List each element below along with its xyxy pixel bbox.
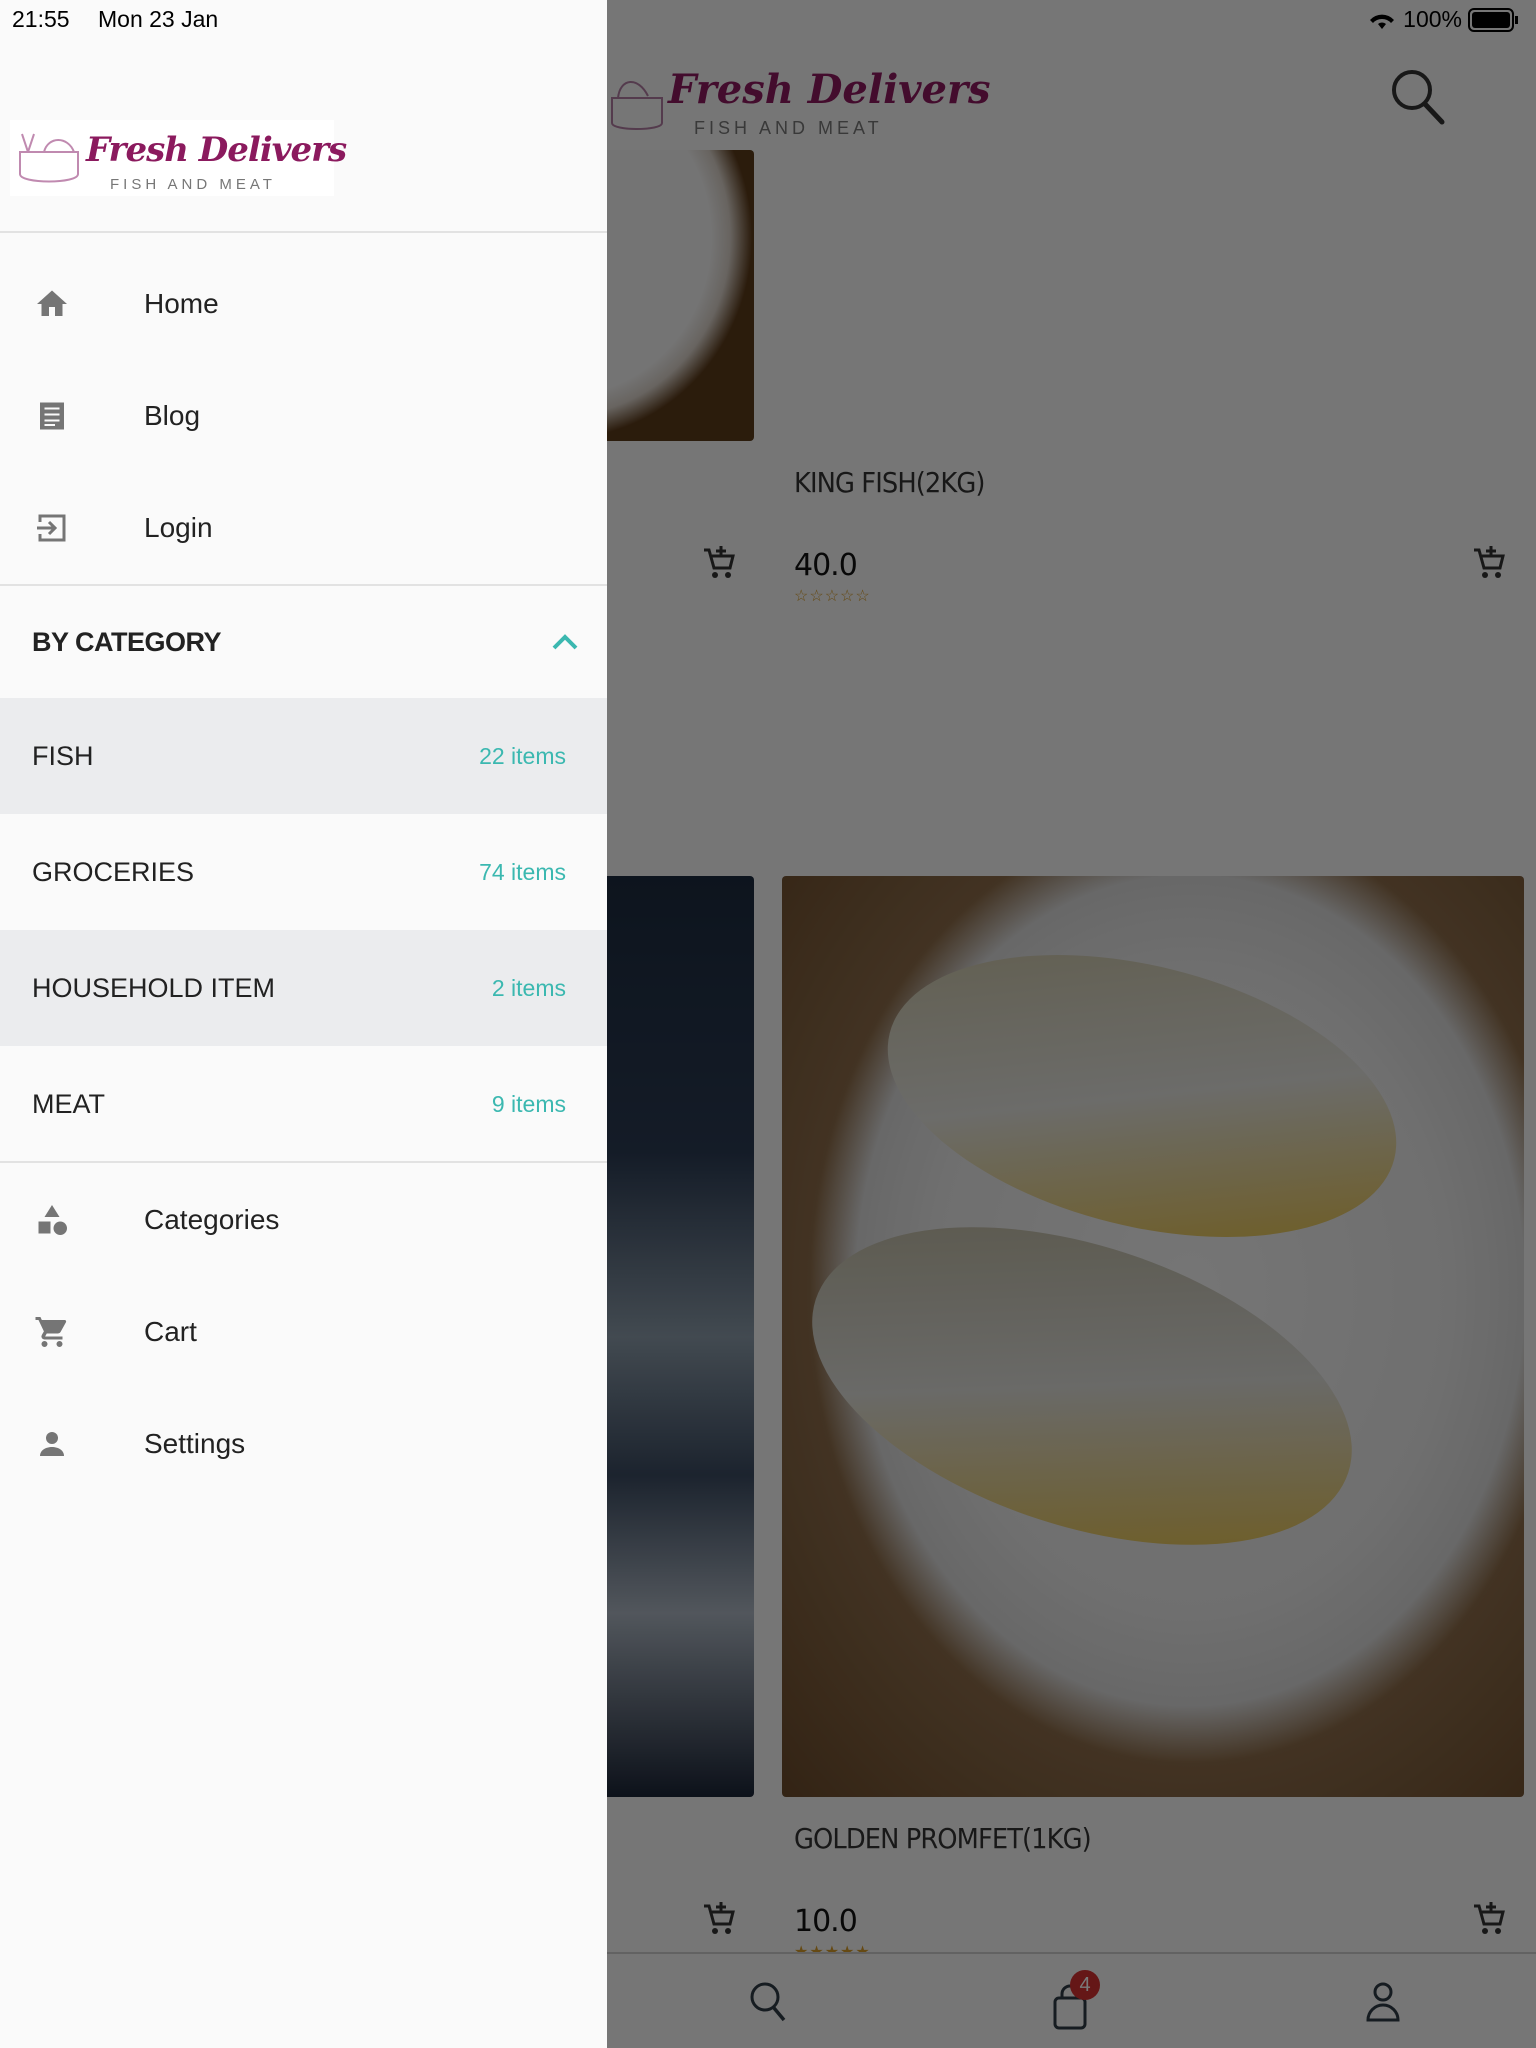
person-icon: [40, 1432, 64, 1456]
divider: [0, 1161, 607, 1163]
category-section-toggle[interactable]: BY CATEGORY: [0, 586, 607, 698]
drawer-item-label: Login: [144, 512, 213, 543]
status-date: Mon 23 Jan: [98, 6, 219, 32]
category-item-fish[interactable]: FISH 22 items: [0, 698, 607, 814]
add-to-cart-icon[interactable]: [702, 544, 736, 580]
drawer-logo: Fresh Delivers FISH AND MEAT: [10, 120, 347, 196]
category-count: 9 items: [491, 1090, 566, 1117]
category-name: GROCERIES: [32, 856, 195, 887]
tab-search-icon[interactable]: [748, 1980, 788, 2024]
basket-logo-icon: [19, 133, 79, 183]
header-logo: Fresh Delivers FISH AND MEAT: [608, 62, 991, 142]
status-time: 21:55: [12, 6, 70, 32]
drawer-item-categories[interactable]: Categories: [0, 1164, 607, 1276]
category-count: 2 items: [491, 974, 566, 1001]
category-count: 74 items: [479, 858, 566, 885]
battery-percent: 100%: [1403, 6, 1462, 32]
brand-tagline: FISH AND MEAT: [110, 176, 276, 193]
category-count: 22 items: [479, 742, 566, 769]
drawer-item-label: Categories: [144, 1204, 280, 1235]
category-item-meat[interactable]: MEAT 9 items: [0, 1046, 607, 1162]
drawer-item-blog[interactable]: Blog: [0, 360, 607, 472]
category-name: MEAT: [32, 1088, 105, 1119]
blog-icon: [40, 402, 64, 430]
brand-name: Fresh Delivers: [668, 66, 991, 113]
category-item-groceries[interactable]: GROCERIES 74 items: [0, 814, 607, 930]
product-price: 40.0: [794, 548, 858, 583]
drawer-item-label: Blog: [144, 400, 201, 431]
drawer-item-label: Cart: [144, 1316, 197, 1347]
navigation-drawer: 21:55 Mon 23 Jan Fresh Delivers FISH AND…: [0, 0, 607, 2048]
drawer-item-home[interactable]: Home: [0, 248, 607, 360]
drawer-item-cart[interactable]: Cart: [0, 1276, 607, 1388]
category-header: BY CATEGORY: [32, 626, 222, 657]
chevron-up-icon[interactable]: [551, 633, 579, 651]
battery-icon: [1468, 7, 1518, 32]
status-right: 100%: [1367, 6, 1520, 33]
product-title[interactable]: KING FISH(2KG): [794, 466, 985, 499]
cart-badge: 4: [1070, 1970, 1100, 2000]
add-to-cart-icon[interactable]: [702, 1900, 736, 1936]
category-name: FISH: [32, 740, 94, 771]
tab-profile-icon[interactable]: [1364, 1980, 1402, 2026]
add-to-cart-icon[interactable]: [1472, 544, 1506, 580]
home-icon: [37, 290, 67, 316]
product-image-golden-pomfret[interactable]: [782, 876, 1524, 1797]
rating-stars: ★★★★★: [794, 1942, 871, 1952]
add-to-cart-icon[interactable]: [1472, 1900, 1506, 1936]
basket-logo-icon: [611, 81, 663, 130]
drawer-item-label: Settings: [144, 1428, 246, 1459]
tab-cart[interactable]: 4: [1052, 1970, 1102, 2032]
brand-tagline: FISH AND MEAT: [694, 118, 883, 138]
wifi-icon: [1370, 14, 1395, 29]
drawer-item-settings[interactable]: Settings: [0, 1388, 607, 1500]
product-title[interactable]: GOLDEN PROMFET(1KG): [794, 1822, 1092, 1855]
drawer-item-login[interactable]: Login: [0, 472, 607, 584]
category-item-household[interactable]: HOUSEHOLD ITEM 2 items: [0, 930, 607, 1046]
brand-name: Fresh Delivers: [86, 130, 347, 170]
rating-stars: ☆☆☆☆☆: [794, 588, 871, 605]
product-price: 10.0: [794, 1904, 858, 1939]
divider: [0, 231, 607, 233]
categories-icon: [38, 1205, 67, 1235]
drawer-item-label: Home: [144, 288, 219, 319]
login-icon: [37, 514, 66, 542]
category-name: HOUSEHOLD ITEM: [32, 972, 276, 1003]
search-icon[interactable]: [1390, 68, 1446, 126]
cart-icon: [35, 1317, 67, 1347]
